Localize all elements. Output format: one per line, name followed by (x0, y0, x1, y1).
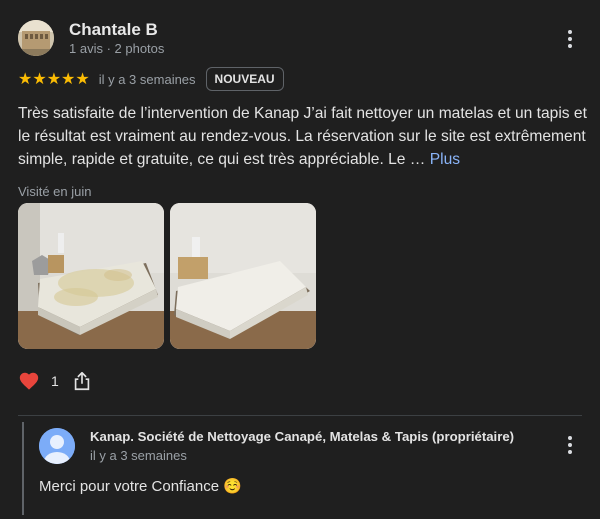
owner-reply-text: Merci pour votre Confiance ☺️ (39, 478, 242, 495)
reaction-count: 1 (51, 373, 59, 389)
share-icon[interactable] (71, 369, 93, 393)
more-link[interactable]: Plus (430, 151, 460, 168)
building-photo-icon (18, 20, 54, 56)
photo-mattress-before[interactable] (18, 203, 164, 349)
mattress-after-image (170, 203, 316, 349)
photo-mattress-after[interactable] (170, 203, 316, 349)
visited-label: Visité en juin (18, 184, 92, 199)
person-icon (39, 428, 75, 464)
review-date: il y a 3 semaines (98, 71, 196, 87)
star-rating: ★★★★★ (18, 71, 90, 88)
owner-name: Kanap. Société de Nettoyage Canapé, Mate… (90, 429, 515, 444)
review-more-options-icon[interactable] (560, 28, 580, 50)
owner-avatar[interactable] (39, 428, 75, 464)
review-body: Très satisfaite de l’intervention de Kan… (18, 105, 587, 168)
owner-reply: Kanap. Société de Nettoyage Canapé, Mate… (18, 416, 582, 519)
owner-reply-date: il y a 3 semaines (90, 448, 187, 463)
review-text: Très satisfaite de l’intervention de Kan… (18, 102, 588, 171)
rating-row: ★★★★★ il y a 3 semaines NOUVEAU (18, 67, 284, 91)
reply-more-options-icon[interactable] (560, 434, 580, 456)
new-badge: NOUVEAU (205, 67, 284, 91)
heart-icon[interactable] (18, 370, 40, 392)
review-card: Chantale B 1 avis · 2 photos ★★★★★ il y … (0, 0, 600, 519)
mattress-before-image (18, 203, 164, 349)
reviewer-avatar[interactable] (18, 20, 54, 56)
reviewer-meta: 1 avis · 2 photos (69, 41, 165, 56)
reply-indent-bar (22, 422, 24, 515)
reviewer-name[interactable]: Chantale B (69, 20, 158, 40)
reaction-row: 1 (18, 368, 93, 394)
